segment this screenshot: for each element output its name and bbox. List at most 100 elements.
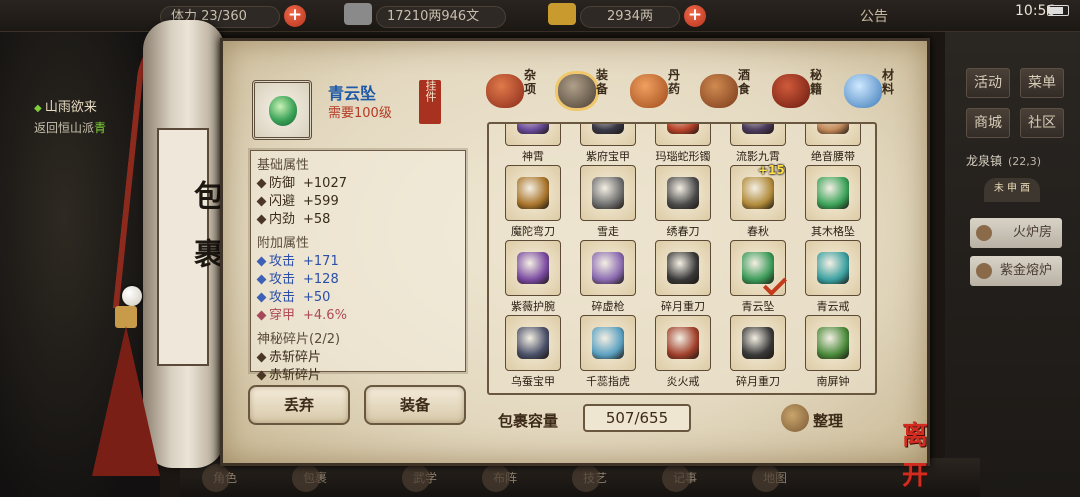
item-icon <box>742 124 774 134</box>
item-name: 碎虚枪 <box>591 300 625 313</box>
equip-button[interactable]: 装备 <box>364 385 466 425</box>
silver-icon <box>344 3 372 25</box>
tab-food[interactable]: 酒食 <box>696 64 764 116</box>
tab-manuals[interactable]: 秘籍 <box>768 64 836 116</box>
crystal-icon <box>844 74 882 108</box>
item-type-text: 挂件 <box>424 80 437 102</box>
item-name: 紫薇护腕 <box>511 300 555 313</box>
stat-value: +128 <box>303 272 339 287</box>
item-icon <box>592 177 624 209</box>
gold-text: 2934两 <box>606 9 654 24</box>
item-name: 绝音腰带 <box>811 150 855 163</box>
stat-name: 内劲 <box>269 212 296 227</box>
stat-value: +58 <box>303 212 331 227</box>
inventory-slot[interactable]: 青云戒 <box>795 240 871 315</box>
inventory-slot[interactable]: 雪走 <box>570 165 646 240</box>
inventory-slot[interactable]: 碎虚枪 <box>570 240 646 315</box>
enhance-level: +15 <box>758 163 785 177</box>
menu-journal[interactable]: 记事 <box>660 462 710 494</box>
item-icon <box>817 124 849 134</box>
tab-label: 秘籍 <box>810 68 823 96</box>
tab-pills[interactable]: 丹药 <box>626 64 694 116</box>
inventory-slot[interactable]: 玛瑙蛇形镯 <box>645 124 721 165</box>
item-name: 绣春刀 <box>666 225 700 238</box>
menu-formation[interactable]: 布阵 <box>480 462 530 494</box>
inventory-slot[interactable]: 其木格坠 <box>795 165 871 240</box>
capacity-label: 包裹容量 <box>498 412 559 430</box>
add-gold-button[interactable]: + <box>684 5 706 27</box>
tab-materials[interactable]: 材料 <box>840 64 908 116</box>
furnace-room-button[interactable]: 火炉房 <box>970 218 1062 248</box>
inventory-slot[interactable]: 炎火戒 <box>645 315 721 390</box>
tab-label: 杂项 <box>524 68 537 96</box>
item-icon <box>817 177 849 209</box>
tassel-cap <box>115 306 137 328</box>
inventory-slot[interactable]: 南屏钟 <box>795 315 871 390</box>
item-name: 炎火戒 <box>666 375 700 388</box>
tassel-icon <box>92 326 160 476</box>
menu-button[interactable]: 菜单 <box>1020 68 1064 98</box>
location-coords: (22,3) <box>1008 155 1042 168</box>
add-stamina-button[interactable]: + <box>284 5 306 27</box>
stat-name: 攻击 <box>269 254 296 269</box>
tab-label: 装备 <box>596 68 609 96</box>
tab-label: 材料 <box>882 68 895 96</box>
silver-text: 17210两946文 <box>387 9 480 24</box>
stat-row: 内劲 +58 <box>257 211 459 229</box>
inventory-slot[interactable]: 乌蚕宝甲 <box>495 315 571 390</box>
golden-furnace-button[interactable]: 紫金熔炉 <box>970 256 1062 286</box>
inventory-grid[interactable]: 神霄 紫府宝甲 玛瑙蛇形镯 流影九霄 绝音腰带魔陀弯刀 雪走 绣春刀 +15 春秋 其木格坠紫薇护… <box>487 122 877 395</box>
inventory-slot[interactable]: 碎月重刀 <box>645 240 721 315</box>
stat-row: 攻击 +128 <box>257 271 459 289</box>
quest-tracker[interactable]: 山雨欲来 返回恒山派青 <box>34 96 106 136</box>
stat-name: 穿甲 <box>269 308 296 323</box>
menu-role[interactable]: 角色 <box>200 462 250 494</box>
item-name: 雪走 <box>597 225 619 238</box>
shop-button[interactable]: 商城 <box>966 108 1010 138</box>
sort-bag-icon[interactable] <box>781 404 809 432</box>
notice-button[interactable]: 公告 <box>860 6 888 26</box>
item-icon <box>517 327 549 359</box>
item-name: 南屏钟 <box>816 375 850 388</box>
inventory-slot[interactable]: 紫薇护腕 <box>495 240 571 315</box>
leave-button[interactable]: 离开 <box>902 416 950 491</box>
item-icon <box>592 124 624 134</box>
menu-skill[interactable]: 技艺 <box>570 462 620 494</box>
inventory-slot[interactable]: 千蕊指虎 <box>570 315 646 390</box>
menu-map[interactable]: 地图 <box>750 462 800 494</box>
item-name: 玛瑙蛇形镯 <box>655 150 711 163</box>
item-icon <box>592 252 624 284</box>
inventory-slot[interactable]: +15 春秋 <box>720 163 796 240</box>
menu-bag[interactable]: 包裹 <box>290 462 340 494</box>
discard-button[interactable]: 丢弃 <box>248 385 350 425</box>
stat-row: 穿甲 +4.6% <box>257 307 459 325</box>
item-icon <box>742 327 774 359</box>
jar-icon <box>486 74 524 108</box>
inventory-slot[interactable]: 神霄 <box>495 124 571 165</box>
item-icon <box>742 252 774 284</box>
menu-martial[interactable]: 武学 <box>400 462 450 494</box>
selected-item-frame[interactable] <box>252 80 312 140</box>
inventory-slot[interactable]: 碎月重刀 <box>720 315 796 390</box>
category-tabs: 杂项 装备 丹药 酒食 秘籍 材料 <box>478 64 906 122</box>
stat-value: +1027 <box>303 176 347 191</box>
item-icon <box>592 327 624 359</box>
sort-button[interactable]: 整理 <box>813 410 843 431</box>
tab-equipment[interactable]: 装备 <box>554 64 622 116</box>
tab-misc[interactable]: 杂项 <box>482 64 550 116</box>
shard-row: 赤斩碎片 <box>257 367 459 385</box>
inventory-slot[interactable]: 流影九霄 <box>720 124 796 165</box>
time-of-day-dial: 未 申 酉 <box>984 178 1040 202</box>
inventory-slot[interactable]: 绣春刀 <box>645 165 721 240</box>
community-button[interactable]: 社区 <box>1020 108 1064 138</box>
selected-item-level: 需要100级 <box>328 106 392 121</box>
activity-button[interactable]: 活动 <box>966 68 1010 98</box>
inventory-slot[interactable]: 青云坠 <box>720 240 796 315</box>
inventory-slot[interactable]: 紫府宝甲 <box>570 124 646 165</box>
inventory-slot[interactable]: 魔陀弯刀 <box>495 165 571 240</box>
battery-icon <box>1047 5 1069 16</box>
inventory-slot[interactable]: 绝音腰带 <box>795 124 871 165</box>
selected-item-name: 青云坠 <box>328 84 377 103</box>
stat-name: 闪避 <box>269 194 296 209</box>
shard-header: 神秘碎片(2/2) <box>257 332 341 347</box>
